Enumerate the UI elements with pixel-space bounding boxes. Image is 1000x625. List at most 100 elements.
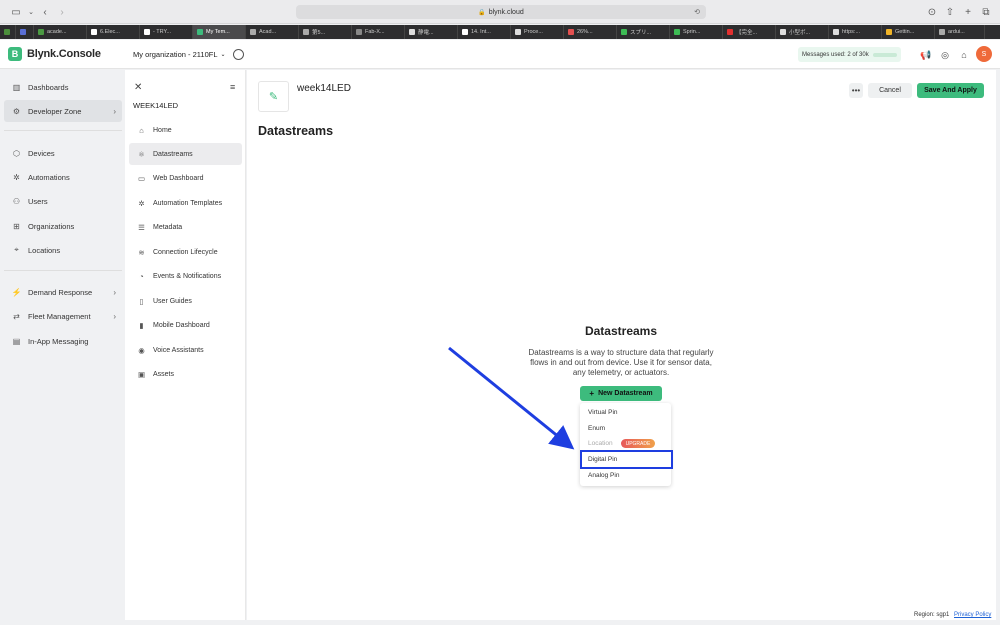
sidebar-item-label: Developer Zone: [28, 106, 82, 116]
sidebar-item-organizations[interactable]: ⊞ Organizations: [4, 215, 122, 237]
browser-tab[interactable]: https:...: [829, 25, 882, 39]
divider: [4, 130, 122, 131]
browser-tab[interactable]: Sprin...: [670, 25, 723, 39]
browser-tab[interactable]: 【完全...: [723, 25, 776, 39]
browser-tab[interactable]: スプリ...: [617, 25, 670, 39]
announcement-icon[interactable]: 📢: [920, 50, 931, 60]
favicon-icon: [674, 29, 680, 35]
gift-icon[interactable]: ⌂: [959, 50, 969, 60]
translate-icon[interactable]: ⟲: [694, 8, 700, 16]
chevron-down-icon[interactable]: ⌄: [24, 5, 38, 19]
browser-tab[interactable]: 14. Int...: [458, 25, 511, 39]
sidebar-item-devices[interactable]: ⬡ Devices: [4, 142, 122, 164]
address-bar[interactable]: 🔒 blynk.cloud ⟲: [296, 5, 706, 19]
avatar[interactable]: S: [976, 46, 992, 62]
privacy-policy-link[interactable]: Privacy Policy: [954, 612, 991, 618]
bell-icon: ◔: [139, 271, 144, 281]
sidebar-item-automations[interactable]: ✲ Automations: [4, 166, 122, 188]
menu-item-virtual-pin[interactable]: Virtual Pin: [580, 405, 671, 420]
browser-tab-label: 小型ボ...: [789, 30, 811, 36]
close-icon[interactable]: ✕: [134, 82, 142, 93]
template-image[interactable]: ✎: [258, 81, 289, 112]
browser-tab[interactable]: 第5...: [299, 25, 352, 39]
template-tab-events-notifications[interactable]: ◔ Events & Notifications: [129, 265, 242, 287]
back-icon[interactable]: ‹: [38, 5, 52, 19]
browser-tab[interactable]: Proce...: [511, 25, 564, 39]
favicon-icon: [38, 29, 44, 35]
app-name: Blynk.Console: [27, 48, 101, 60]
asset-icon: ▣: [137, 369, 146, 379]
template-tab-assets[interactable]: ▣ Assets: [129, 363, 242, 385]
browser-tab[interactable]: Acad...: [246, 25, 299, 39]
cancel-button[interactable]: Cancel: [868, 83, 912, 98]
upgrade-badge[interactable]: UPGRADE: [620, 439, 656, 448]
menu-item-location: Location UPGRADE: [580, 436, 671, 451]
browser-tab-label: 第5...: [312, 30, 326, 36]
sidebar-item-in-app-messaging[interactable]: ▤ In-App Messaging: [4, 330, 122, 352]
organization-settings-icon[interactable]: [233, 49, 244, 60]
menu-item-enum[interactable]: Enum: [580, 421, 671, 436]
download-icon[interactable]: ⊙: [925, 5, 939, 19]
browser-tab[interactable]: [16, 25, 34, 39]
browser-tab[interactable]: - TRY...: [140, 25, 193, 39]
share-icon[interactable]: ⇧: [943, 5, 957, 19]
blynk-logo[interactable]: B Blynk.Console: [8, 47, 101, 61]
main-content: ✎ week14LED ••• Cancel Save And Apply Da…: [247, 70, 996, 620]
browser-tab-label: ardui...: [948, 29, 965, 35]
tab-bar: acade... 6.Elec... - TRY... My Tem... Acad..…: [0, 25, 1000, 39]
save-and-apply-button[interactable]: Save And Apply: [917, 83, 984, 98]
template-tab-mobile-dashboard[interactable]: ▮ Mobile Dashboard: [129, 314, 242, 336]
help-icon[interactable]: ◎: [940, 50, 950, 60]
template-tab-user-guides[interactable]: ▯ User Guides: [129, 290, 242, 312]
divider: [4, 270, 122, 271]
template-tab-automation-templates[interactable]: ✲ Automation Templates: [129, 192, 242, 214]
template-sidebar: ✕ ≡ WEEK14LED ⌂ Home ⚛ Datastreams ▭ Web…: [125, 70, 246, 620]
new-tab-icon[interactable]: +: [961, 5, 975, 19]
browser-tab[interactable]: My Tem...: [193, 25, 246, 39]
datastream-icon: ⚛: [138, 149, 145, 159]
template-tab-metadata[interactable]: ☰ Metadata: [129, 216, 242, 238]
template-tab-home[interactable]: ⌂ Home: [129, 119, 242, 141]
browser-tab[interactable]: 26%...: [564, 25, 617, 39]
sidebar-item-locations[interactable]: ⌖ Locations: [4, 239, 122, 261]
wifi-icon: ≋: [138, 247, 145, 257]
browser-tab[interactable]: Fab-X...: [352, 25, 405, 39]
sidebar-item-developer-zone[interactable]: ⚙ Developer Zone ›: [4, 100, 122, 122]
sidebar-item-label: Dashboards: [28, 82, 69, 92]
browser-tab[interactable]: [0, 25, 16, 39]
sidebar-item-fleet-management[interactable]: ⇄ Fleet Management ›: [4, 305, 122, 327]
template-tab-datastreams[interactable]: ⚛ Datastreams: [129, 143, 242, 165]
menu-item-analog-pin[interactable]: Analog Pin: [580, 468, 671, 483]
sidebar-item-users[interactable]: ⚇ Users: [4, 190, 122, 212]
sidebar-toggle-icon[interactable]: ▭: [9, 5, 23, 19]
sidebar-item-label: Automations: [28, 172, 70, 182]
datastream-type-menu: Virtual Pin Enum Location UPGRADE Digita…: [580, 403, 671, 486]
favicon-icon: [727, 29, 733, 35]
template-tab-web-dashboard[interactable]: ▭ Web Dashboard: [129, 167, 242, 189]
messages-used-badge[interactable]: Messages used: 2 of 30k: [798, 47, 901, 62]
browser-tab[interactable]: acade...: [34, 25, 87, 39]
forward-icon[interactable]: ›: [55, 5, 69, 19]
template-tab-voice-assistants[interactable]: ◉ Voice Assistants: [129, 339, 242, 361]
template-tab-label: Metadata: [153, 223, 183, 231]
hamburger-menu-icon[interactable]: ≡: [230, 82, 235, 92]
browser-tab[interactable]: 静電...: [405, 25, 458, 39]
sidebar-item-dashboards[interactable]: ▥ Dashboards: [4, 76, 122, 98]
browser-tab[interactable]: ardui...: [935, 25, 985, 39]
tab-overview-icon[interactable]: ⧉: [979, 5, 993, 19]
dashboard-icon: ▥: [12, 82, 21, 92]
template-tab-connection-lifecycle[interactable]: ≋ Connection Lifecycle: [129, 241, 242, 263]
more-options-button[interactable]: •••: [849, 83, 863, 98]
browser-tab[interactable]: 小型ボ...: [776, 25, 829, 39]
browser-tab-label: My Tem...: [206, 29, 230, 35]
browser-tab[interactable]: Gettin...: [882, 25, 935, 39]
browser-tab-label: Proce...: [524, 29, 543, 35]
new-datastream-button[interactable]: + New Datastream: [580, 386, 662, 401]
favicon-icon: [886, 29, 892, 35]
sidebar-item-demand-response[interactable]: ⚡ Demand Response ›: [4, 281, 122, 303]
organization-selector[interactable]: My organization - 2110FL ⌄: [133, 50, 226, 59]
browser-tab[interactable]: 6.Elec...: [87, 25, 140, 39]
browser-tab-label: スプリ...: [630, 30, 652, 36]
template-tab-label: Voice Assistants: [153, 346, 204, 354]
new-datastream-label: New Datastream: [598, 390, 653, 397]
